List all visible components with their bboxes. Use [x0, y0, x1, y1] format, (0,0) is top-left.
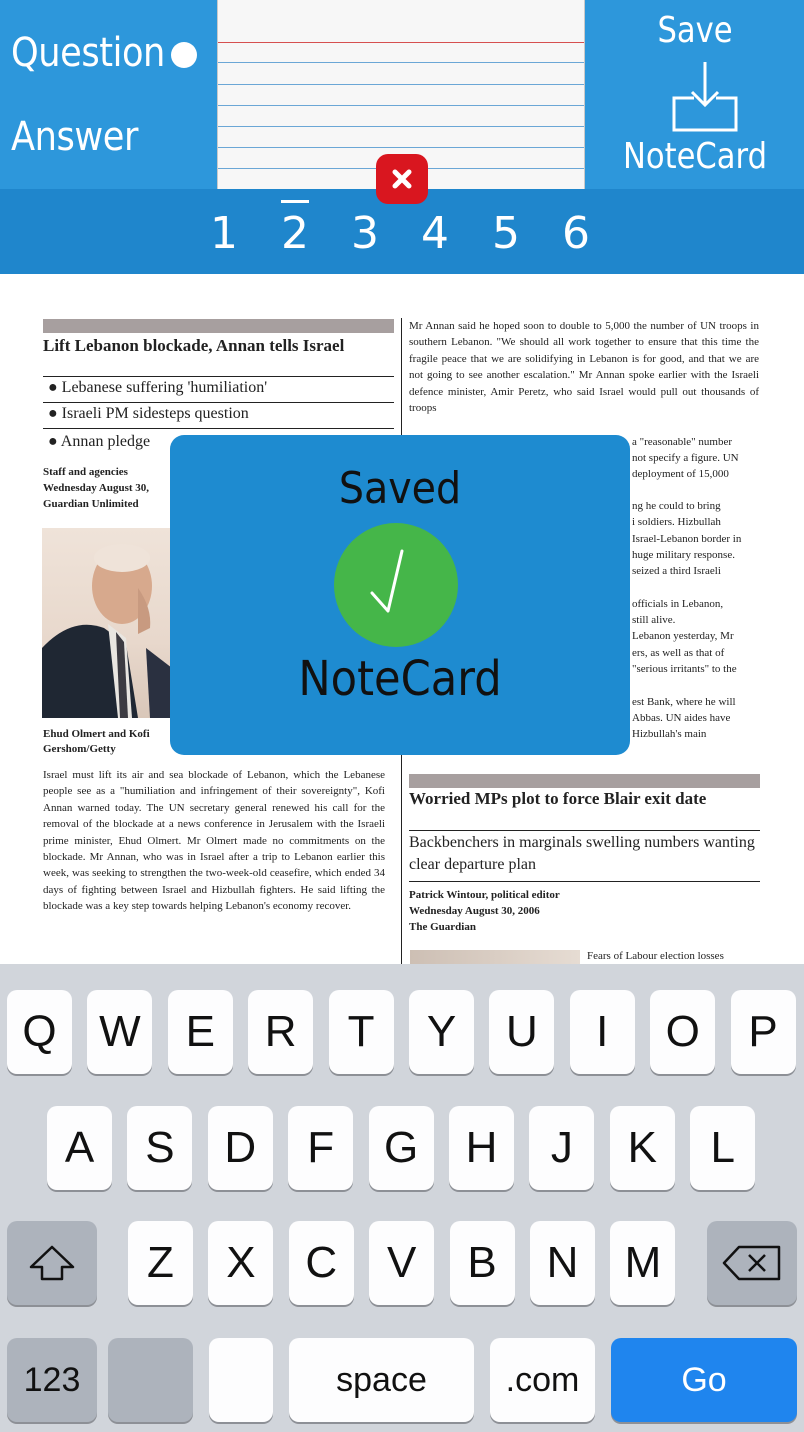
saved-confirmation-dialog: Saved NoteCard	[170, 435, 630, 755]
second-article-byline: Patrick Wintour, political editor Wednes…	[409, 889, 560, 933]
numbers-key[interactable]: 123	[7, 1338, 97, 1422]
shift-icon	[29, 1245, 75, 1281]
key-o[interactable]: O	[650, 990, 716, 1074]
save-notecard-button[interactable]: Save NoteCard	[586, 0, 804, 189]
page-number-2[interactable]: 2	[275, 208, 315, 259]
article-body-right-cont-b: ng he could to bring i soldiers. Hizbull…	[632, 500, 742, 741]
key-e[interactable]: E	[167, 990, 233, 1074]
key-v[interactable]: V	[369, 1221, 435, 1305]
article-body-right-cont-a: a "reasonable" number not specify a figu…	[632, 436, 739, 480]
bullet-item: ● Lebanese suffering 'humiliation'	[48, 379, 268, 396]
key-l[interactable]: L	[690, 1106, 756, 1190]
card-rule-line	[218, 84, 584, 85]
bullet-item: ● Israeli PM sidesteps question	[48, 405, 249, 422]
emoji-key[interactable]	[108, 1338, 193, 1422]
second-article-photo	[410, 950, 580, 964]
key-r[interactable]: R	[248, 990, 314, 1074]
divider	[43, 376, 394, 377]
go-key[interactable]: Go	[611, 1338, 797, 1422]
saved-title: Saved	[338, 463, 462, 514]
photo-caption: Ehud Olmert and Kofi Gershom/Getty	[43, 728, 150, 755]
article-byline: Staff and agencies Wednesday August 30, …	[43, 466, 150, 510]
key-c[interactable]: C	[288, 1221, 354, 1305]
checkmark-icon	[370, 549, 404, 613]
card-rule-line	[218, 105, 584, 106]
page-number-6[interactable]: 6	[556, 208, 596, 259]
headline-bar	[43, 319, 394, 333]
key-m[interactable]: M	[610, 1221, 676, 1305]
key-h[interactable]: H	[449, 1106, 514, 1190]
key-p[interactable]: P	[730, 990, 796, 1074]
backspace-key[interactable]	[707, 1221, 797, 1305]
divider	[43, 428, 394, 429]
delete-card-button[interactable]	[376, 154, 428, 204]
key-w[interactable]: W	[87, 990, 153, 1074]
key-i[interactable]: I	[569, 990, 635, 1074]
divider	[43, 402, 394, 403]
current-page-indicator	[281, 200, 309, 203]
saved-subtitle: NoteCard	[298, 651, 502, 707]
page-number-1[interactable]: 1	[204, 208, 244, 259]
key-t[interactable]: T	[328, 990, 394, 1074]
card-rule-line	[218, 147, 584, 148]
bullet-text: Annan pledge	[60, 433, 151, 450]
key-x[interactable]: X	[208, 1221, 274, 1305]
second-article-subhead: Backbenchers in marginals swelling numbe…	[409, 834, 755, 873]
notecard-label: NoteCard	[622, 136, 768, 177]
divider	[409, 830, 760, 831]
second-article-headline: Worried MPs plot to force Blair exit dat…	[409, 789, 707, 808]
dotcom-key[interactable]: .com	[490, 1338, 595, 1422]
page-number-5[interactable]: 5	[486, 208, 526, 259]
article-body-right: Mr Annan said he hoped soon to double to…	[409, 320, 759, 415]
page-number-4[interactable]: 4	[415, 208, 455, 259]
question-selected-radio[interactable]	[171, 42, 197, 68]
key-n[interactable]: N	[530, 1221, 595, 1305]
article-photo	[42, 528, 172, 718]
page-number-3[interactable]: 3	[345, 208, 385, 259]
blank-key[interactable]	[209, 1338, 273, 1422]
close-icon	[392, 169, 412, 189]
key-d[interactable]: D	[207, 1106, 273, 1190]
onscreen-keyboard: QWERTYUIOP ASDFGHJKL ZXCVBNM 123 space .…	[0, 964, 804, 1432]
save-label: Save	[657, 10, 733, 51]
bullet-text: Lebanese suffering 'humiliation'	[61, 379, 268, 396]
article-body-left: Israel must lift its air and sea blockad…	[43, 769, 385, 913]
space-key[interactable]: space	[289, 1338, 474, 1422]
key-z[interactable]: Z	[128, 1221, 193, 1305]
bullet-item: ● Annan pledge	[48, 433, 151, 450]
key-s[interactable]: S	[127, 1106, 193, 1190]
bullet-text: Israeli PM sidesteps question	[61, 405, 249, 422]
photo-figure	[42, 544, 172, 718]
key-b[interactable]: B	[449, 1221, 515, 1305]
article-headline: Lift Lebanon blockade, Annan tells Israe…	[43, 336, 345, 355]
card-margin-line	[218, 42, 584, 43]
key-u[interactable]: U	[489, 990, 555, 1074]
shift-key[interactable]	[7, 1221, 97, 1305]
key-y[interactable]: Y	[409, 990, 474, 1074]
key-k[interactable]: K	[609, 1106, 675, 1190]
key-g[interactable]: G	[368, 1106, 434, 1190]
key-j[interactable]: J	[529, 1106, 595, 1190]
answer-mode-label[interactable]: Answer	[11, 114, 138, 160]
key-f[interactable]: F	[288, 1106, 354, 1190]
backspace-icon	[722, 1245, 781, 1281]
divider	[409, 881, 760, 882]
card-rule-line	[218, 62, 584, 63]
saved-check-badge	[334, 523, 458, 647]
key-q[interactable]: Q	[7, 990, 72, 1074]
download-tray-icon	[672, 62, 738, 132]
headline-bar	[409, 774, 760, 788]
card-rule-line	[218, 126, 584, 127]
second-article-teaser: Fears of Labour election losses	[587, 950, 724, 962]
question-mode-label[interactable]: Question	[11, 30, 165, 76]
key-a[interactable]: A	[47, 1106, 112, 1190]
